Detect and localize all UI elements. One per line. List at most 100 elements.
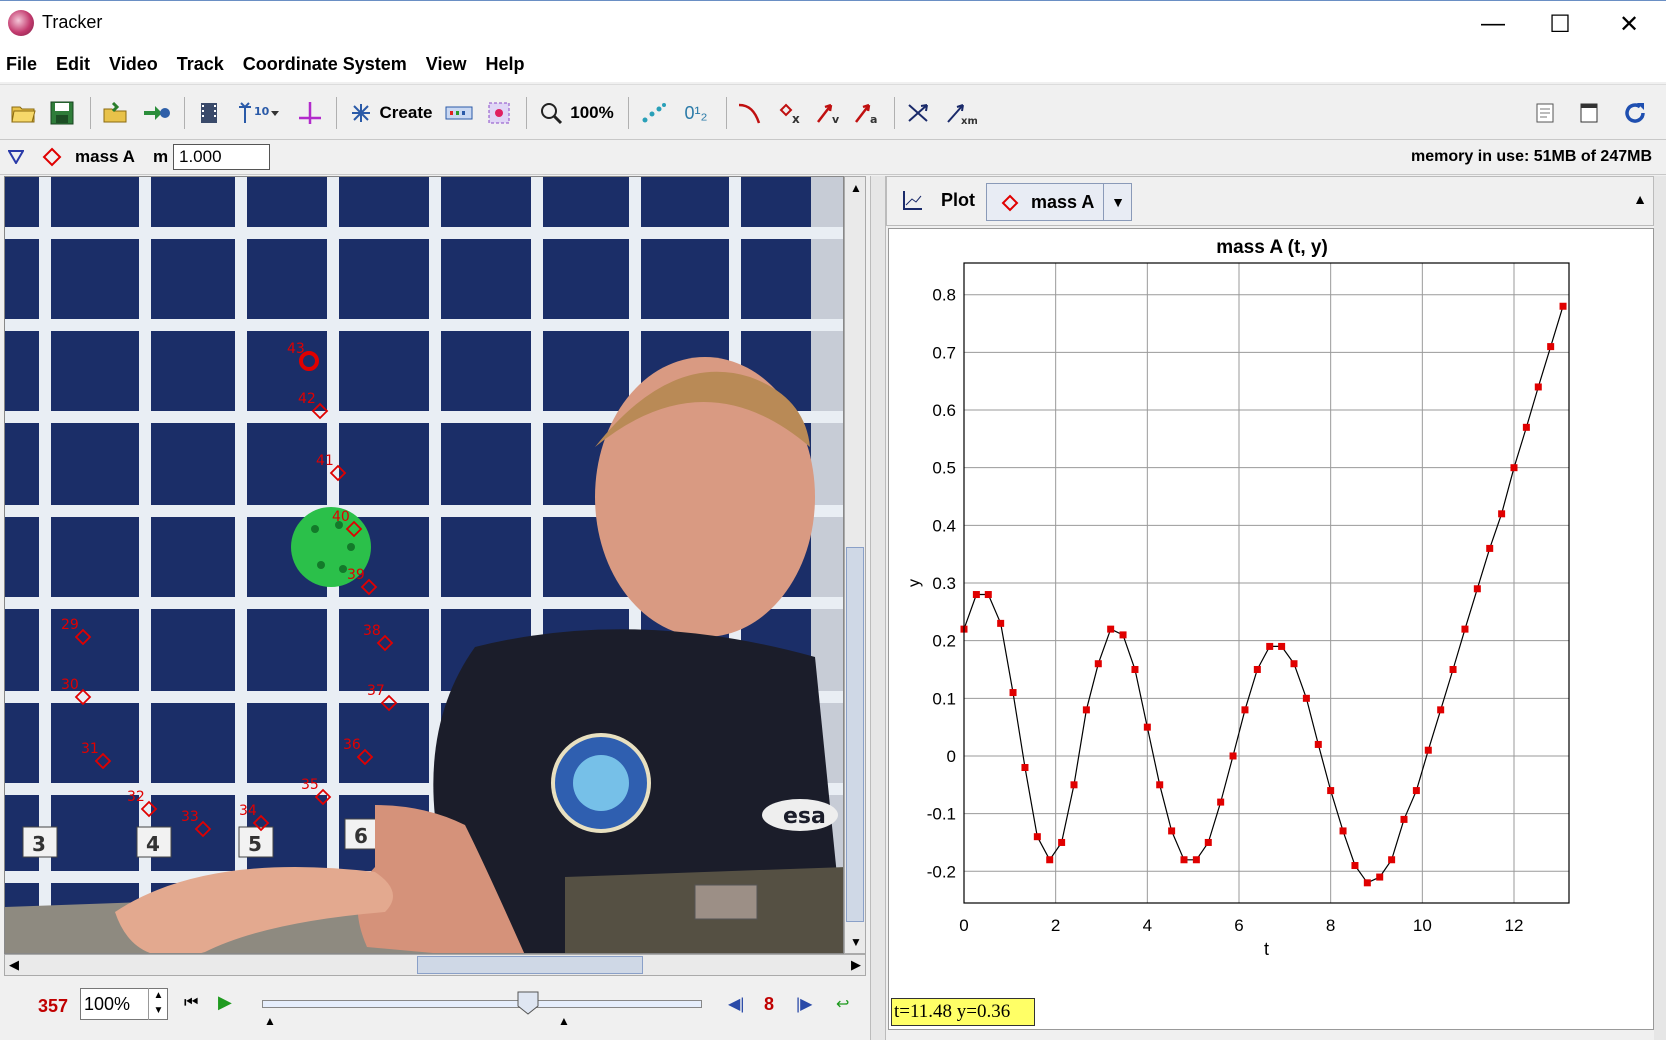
frame-counter[interactable]: 357 xyxy=(38,996,68,1017)
data-point[interactable] xyxy=(1412,787,1420,795)
data-point[interactable] xyxy=(1559,302,1567,310)
start-marker-icon[interactable]: ▲ xyxy=(264,1014,276,1028)
data-point[interactable] xyxy=(972,591,980,599)
memory-status[interactable]: memory in use: 51MB of 247MB xyxy=(1411,148,1652,166)
track-name-button[interactable]: mass A xyxy=(75,147,135,167)
video-vertical-scrollbar[interactable]: ▲ ▼ xyxy=(844,176,866,954)
horizontal-scroll-thumb[interactable] xyxy=(417,956,643,974)
video-horizontal-scrollbar[interactable]: ◀ ▶ xyxy=(4,954,866,976)
plot-tab-label[interactable]: Plot xyxy=(941,190,975,211)
properties-icon[interactable] xyxy=(1576,99,1602,127)
loop-icon[interactable]: ↩ xyxy=(836,994,849,1014)
data-point[interactable] xyxy=(1449,665,1457,673)
data-point[interactable] xyxy=(1180,856,1188,864)
coordinate-axes-icon[interactable] xyxy=(296,99,324,127)
data-point[interactable] xyxy=(1021,764,1029,772)
step-back-icon[interactable]: ◀| xyxy=(728,994,744,1014)
video-view[interactable]: 34567 esa 293031323334353637383940414243 xyxy=(4,176,844,954)
path-icon[interactable] xyxy=(736,99,764,127)
data-point[interactable] xyxy=(1204,838,1212,846)
data-point[interactable] xyxy=(1070,781,1078,789)
data-point[interactable] xyxy=(1156,781,1164,789)
data-point[interactable] xyxy=(1241,706,1249,714)
track-menu-icon[interactable] xyxy=(7,149,25,169)
data-point[interactable] xyxy=(1461,625,1469,633)
scroll-left-icon[interactable]: ◀ xyxy=(9,957,19,973)
velocity-icon[interactable]: v xyxy=(814,99,842,127)
scroll-up-icon[interactable]: ▲ xyxy=(850,181,862,195)
vector-sum-icon[interactable] xyxy=(904,99,934,127)
data-point[interactable] xyxy=(997,619,1005,627)
data-point[interactable] xyxy=(1473,585,1481,593)
notes-icon[interactable] xyxy=(1532,99,1558,127)
mass-field[interactable] xyxy=(173,144,270,170)
data-point[interactable] xyxy=(1033,833,1041,841)
data-point[interactable] xyxy=(1131,665,1139,673)
zoom-level-button[interactable]: 100% xyxy=(566,99,618,127)
data-point[interactable] xyxy=(1143,723,1151,731)
zoom-spinner[interactable]: ▲ ▼ xyxy=(148,988,168,1020)
close-button[interactable]: ✕ xyxy=(1594,1,1664,47)
data-point[interactable] xyxy=(1009,689,1017,697)
chevron-down-icon[interactable]: ▼ xyxy=(1103,184,1132,220)
data-point[interactable] xyxy=(1058,838,1066,846)
step-forward-icon[interactable]: |▶ xyxy=(796,994,812,1014)
data-point[interactable] xyxy=(1424,746,1432,754)
chart[interactable]: mass A (t, y) 0 2 4 6 8 10 12 0.8 0.7 0.6 0.5 0.4 0.… xyxy=(889,229,1655,1031)
data-point[interactable] xyxy=(1302,694,1310,702)
data-point[interactable] xyxy=(1229,752,1237,760)
plot-area[interactable]: mass A (t, y) 0 2 4 6 8 10 12 0.8 0.7 0.6 0.5 0.4 0.… xyxy=(888,228,1654,1030)
open-project-icon[interactable] xyxy=(102,99,130,127)
end-marker-icon[interactable]: ▲ xyxy=(558,1014,570,1028)
minimize-button[interactable]: — xyxy=(1458,1,1528,47)
menu-file[interactable]: File xyxy=(6,54,37,75)
data-point[interactable] xyxy=(1388,856,1396,864)
center-of-mass-icon[interactable]: xm xyxy=(944,99,978,127)
create-star-icon[interactable] xyxy=(348,99,374,127)
step-size-field[interactable]: 8 xyxy=(764,994,774,1015)
data-point[interactable] xyxy=(1082,706,1090,714)
menu-video[interactable]: Video xyxy=(109,54,158,75)
export-icon[interactable] xyxy=(142,99,172,127)
data-point[interactable] xyxy=(1278,642,1286,650)
play-icon[interactable]: ▶ xyxy=(218,992,232,1013)
data-point[interactable] xyxy=(1534,383,1542,391)
data-point[interactable] xyxy=(1376,873,1384,881)
data-point[interactable] xyxy=(1119,631,1127,639)
data-point[interactable] xyxy=(1314,740,1322,748)
data-point[interactable] xyxy=(1327,787,1335,795)
data-point[interactable] xyxy=(1046,856,1054,864)
data-point[interactable] xyxy=(1168,827,1176,835)
clip-settings-icon[interactable] xyxy=(196,99,222,127)
data-point[interactable] xyxy=(1217,798,1225,806)
create-button[interactable]: Create xyxy=(376,99,436,127)
data-point[interactable] xyxy=(1522,423,1530,431)
menu-track[interactable]: Track xyxy=(177,54,224,75)
data-point[interactable] xyxy=(1363,879,1371,887)
split-pane-divider[interactable] xyxy=(870,176,886,1040)
data-point[interactable] xyxy=(1510,464,1518,472)
trails-icon[interactable] xyxy=(640,99,668,127)
refresh-icon[interactable] xyxy=(1620,99,1650,127)
menu-coordinate-system[interactable]: Coordinate System xyxy=(243,54,407,75)
data-point[interactable] xyxy=(1253,665,1261,673)
data-point[interactable] xyxy=(1266,642,1274,650)
save-icon[interactable] xyxy=(48,99,76,127)
menu-edit[interactable]: Edit xyxy=(56,54,90,75)
data-point[interactable] xyxy=(1498,510,1506,518)
data-point[interactable] xyxy=(1486,544,1494,552)
rewind-icon[interactable]: ⏮ xyxy=(184,994,198,1012)
labels-button[interactable]: 0¹₂ xyxy=(676,99,716,127)
zoom-icon[interactable] xyxy=(538,99,564,127)
position-icon[interactable]: x xyxy=(776,99,804,127)
data-point[interactable] xyxy=(1547,343,1555,351)
acceleration-icon[interactable]: a xyxy=(852,99,880,127)
reference-frame-dropdown-icon[interactable]: 10 xyxy=(236,99,282,127)
scroll-down-icon[interactable]: ▼ xyxy=(850,935,862,949)
vertical-scroll-thumb[interactable] xyxy=(846,547,864,922)
data-point[interactable] xyxy=(1351,862,1359,870)
data-point[interactable] xyxy=(1400,815,1408,823)
scroll-right-icon[interactable]: ▶ xyxy=(851,957,861,973)
data-point[interactable] xyxy=(1192,856,1200,864)
data-point[interactable] xyxy=(1437,706,1445,714)
